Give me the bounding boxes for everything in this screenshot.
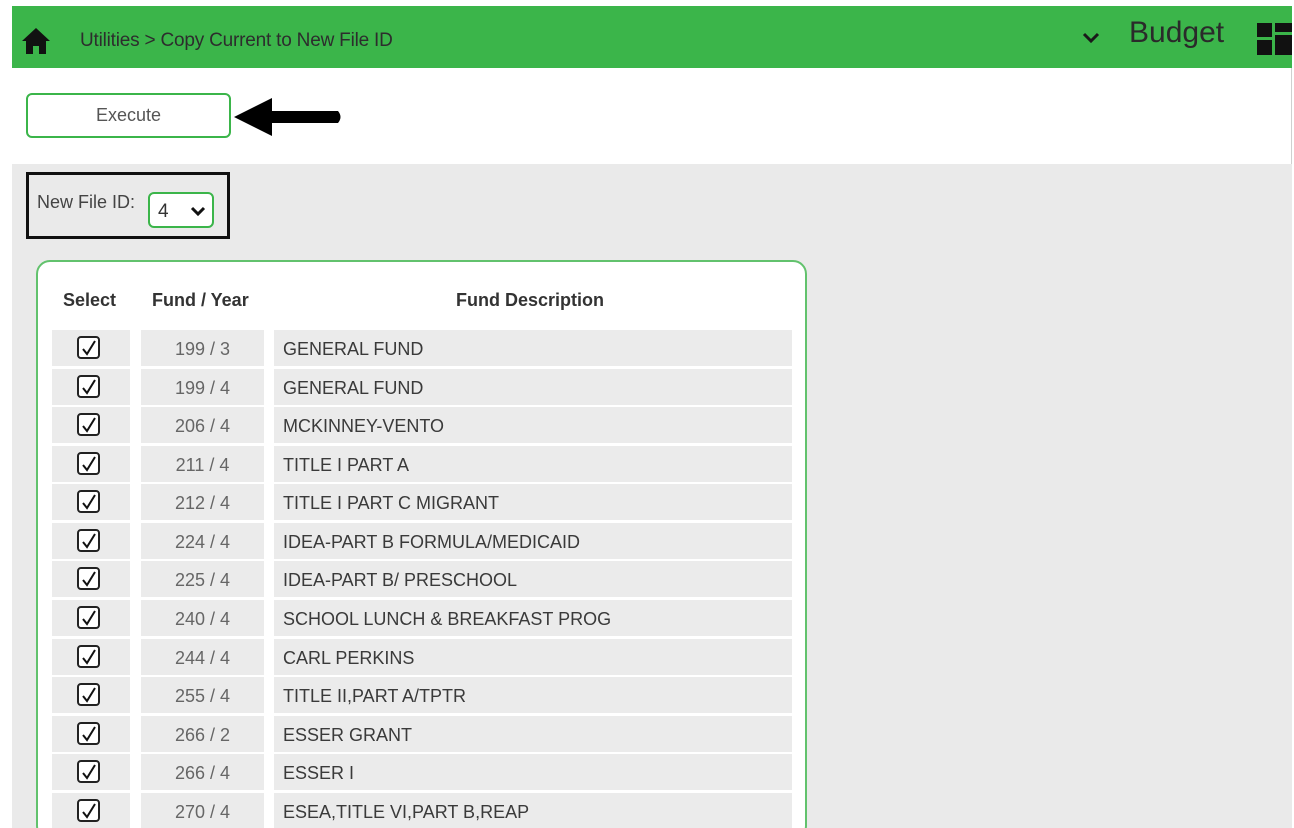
select-cell xyxy=(52,793,130,828)
checkmark-icon xyxy=(82,379,96,395)
breadcrumb: Utilities > Copy Current to New File ID xyxy=(80,30,393,51)
app-title: Budget xyxy=(1129,16,1225,49)
file-id-select[interactable]: 4 xyxy=(148,192,214,228)
select-checkbox[interactable] xyxy=(77,567,100,590)
select-cell xyxy=(52,561,130,597)
select-cell xyxy=(52,369,130,405)
table-row: 255 / 4 TITLE II,PART A/TPTR xyxy=(52,677,794,715)
table-row: 211 / 4 TITLE I PART A xyxy=(52,446,794,484)
fund-description-cell: ESSER GRANT xyxy=(274,716,792,752)
select-checkbox[interactable] xyxy=(77,413,100,436)
column-header-select: Select xyxy=(63,290,117,310)
select-cell xyxy=(52,677,130,713)
table-row: 212 / 4 TITLE I PART C MIGRANT xyxy=(52,484,794,522)
fund-year-cell: 224 / 4 xyxy=(141,523,264,559)
table-row: 224 / 4 IDEA-PART B FORMULA/MEDICAID xyxy=(52,523,794,561)
select-checkbox[interactable] xyxy=(77,799,100,822)
checkmark-icon xyxy=(82,649,96,665)
fund-year-cell: 211 / 4 xyxy=(141,446,264,482)
fund-year-cell: 240 / 4 xyxy=(141,600,264,636)
select-checkbox[interactable] xyxy=(77,645,100,668)
checkmark-icon xyxy=(82,687,96,703)
fund-description-cell: GENERAL FUND xyxy=(274,369,792,405)
select-checkbox[interactable] xyxy=(77,722,100,745)
fund-description-cell: TITLE II,PART A/TPTR xyxy=(274,677,792,713)
fund-year-cell: 206 / 4 xyxy=(141,407,264,443)
checkmark-icon xyxy=(82,803,96,819)
checkmark-icon xyxy=(82,610,96,626)
table-row: 266 / 2 ESSER GRANT xyxy=(52,716,794,754)
fund-year-cell: 266 / 4 xyxy=(141,754,264,790)
fund-description-cell: IDEA-PART B FORMULA/MEDICAID xyxy=(274,523,792,559)
table-row: 199 / 4 GENERAL FUND xyxy=(52,369,794,407)
execute-button[interactable]: Execute xyxy=(26,93,231,138)
table-row: 199 / 3 GENERAL FUND xyxy=(52,330,794,368)
select-cell xyxy=(52,484,130,520)
select-cell xyxy=(52,407,130,443)
arrow-pointer-icon xyxy=(234,98,341,136)
checkmark-icon xyxy=(82,340,96,356)
checkmark-icon xyxy=(82,456,96,472)
checkmark-icon xyxy=(82,494,96,510)
table-row: 270 / 4 ESEA,TITLE VI,PART B,REAP xyxy=(52,793,794,828)
toolbar: Execute xyxy=(12,68,1292,164)
select-checkbox[interactable] xyxy=(77,452,100,475)
checkmark-icon xyxy=(82,533,96,549)
file-id-highlight: New File ID: 4 xyxy=(26,172,230,239)
main-content: New File ID: 4 Select Fund / Year Fund D… xyxy=(12,164,1292,828)
fund-description-cell: ESEA,TITLE VI,PART B,REAP xyxy=(274,793,792,828)
select-cell xyxy=(52,716,130,752)
table-row: 225 / 4 IDEA-PART B/ PRESCHOOL xyxy=(52,561,794,599)
select-checkbox[interactable] xyxy=(77,683,100,706)
select-cell xyxy=(52,754,130,790)
fund-description-cell: MCKINNEY-VENTO xyxy=(274,407,792,443)
select-checkbox[interactable] xyxy=(77,760,100,783)
fund-year-cell: 199 / 3 xyxy=(141,330,264,366)
checkmark-icon xyxy=(82,726,96,742)
table-row: 266 / 4 ESSER I xyxy=(52,754,794,792)
fund-description-cell: GENERAL FUND xyxy=(274,330,792,366)
fund-year-cell: 270 / 4 xyxy=(141,793,264,828)
table-row: 240 / 4 SCHOOL LUNCH & BREAKFAST PROG xyxy=(52,600,794,638)
select-checkbox[interactable] xyxy=(77,375,100,398)
chevron-down-icon[interactable] xyxy=(1080,26,1102,48)
select-checkbox[interactable] xyxy=(77,606,100,629)
select-checkbox[interactable] xyxy=(77,336,100,359)
grid-layout-icon[interactable] xyxy=(1257,23,1292,55)
fund-description-cell: TITLE I PART C MIGRANT xyxy=(274,484,792,520)
file-id-value: 4 xyxy=(158,201,169,222)
fund-description-cell: CARL PERKINS xyxy=(274,639,792,675)
fund-year-cell: 225 / 4 xyxy=(141,561,264,597)
fund-description-cell: IDEA-PART B/ PRESCHOOL xyxy=(274,561,792,597)
column-header-fund-year: Fund / Year xyxy=(152,290,249,310)
table-row: 206 / 4 MCKINNEY-VENTO xyxy=(52,407,794,445)
select-cell xyxy=(52,600,130,636)
fund-description-cell: ESSER I xyxy=(274,754,792,790)
select-cell xyxy=(52,523,130,559)
fund-description-cell: SCHOOL LUNCH & BREAKFAST PROG xyxy=(274,600,792,636)
fund-table: Select Fund / Year Fund Description 199 … xyxy=(36,260,807,828)
fund-year-cell: 266 / 2 xyxy=(141,716,264,752)
select-checkbox[interactable] xyxy=(77,490,100,513)
top-bar: Utilities > Copy Current to New File ID … xyxy=(12,6,1292,68)
select-cell xyxy=(52,446,130,482)
file-id-label: New File ID: xyxy=(37,192,136,212)
column-header-description: Fund Description xyxy=(456,290,604,310)
checkmark-icon xyxy=(82,571,96,587)
fund-year-cell: 244 / 4 xyxy=(141,639,264,675)
chevron-down-icon xyxy=(190,206,206,217)
fund-year-cell: 255 / 4 xyxy=(141,677,264,713)
fund-year-cell: 199 / 4 xyxy=(141,369,264,405)
select-checkbox[interactable] xyxy=(77,529,100,552)
checkmark-icon xyxy=(82,417,96,433)
fund-year-cell: 212 / 4 xyxy=(141,484,264,520)
select-cell xyxy=(52,330,130,366)
app-frame: Utilities > Copy Current to New File ID … xyxy=(0,0,1294,828)
checkmark-icon xyxy=(82,764,96,780)
table-row: 244 / 4 CARL PERKINS xyxy=(52,639,794,677)
fund-description-cell: TITLE I PART A xyxy=(274,446,792,482)
home-icon[interactable] xyxy=(20,26,52,56)
select-cell xyxy=(52,639,130,675)
